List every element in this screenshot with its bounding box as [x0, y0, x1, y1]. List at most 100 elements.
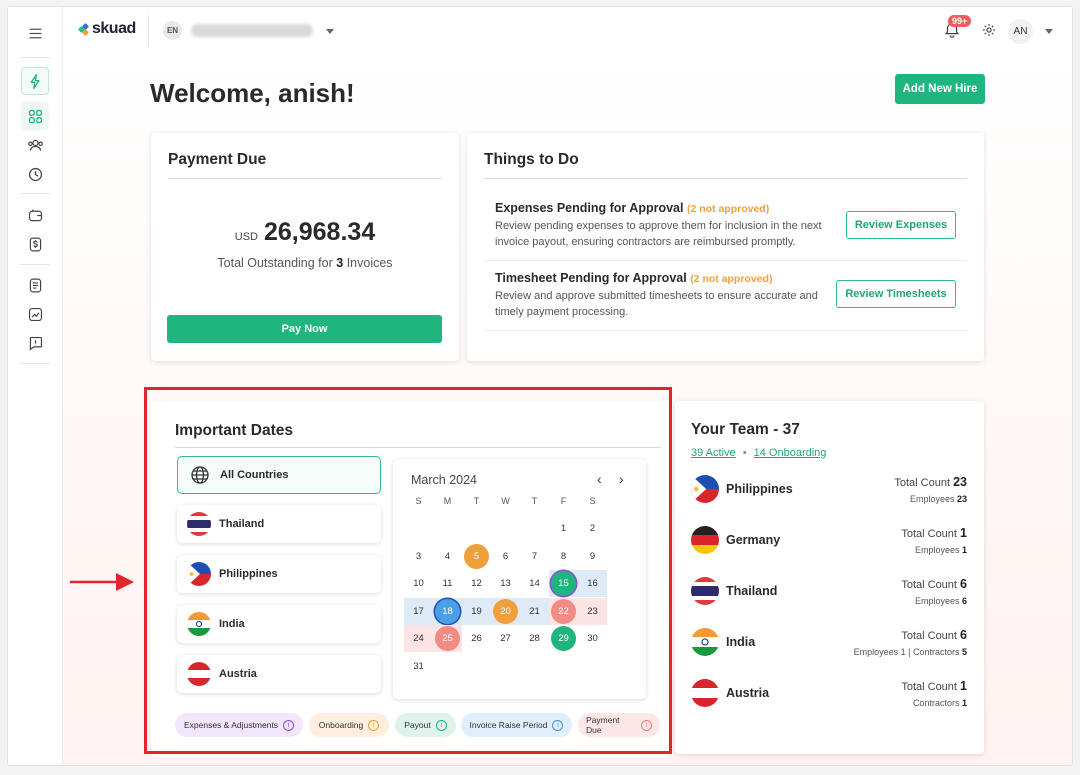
- team-row-philippines[interactable]: Philippines Total Count 23 Employees 23: [691, 473, 967, 507]
- people-icon[interactable]: [21, 131, 49, 159]
- team-total: Total Count 6: [901, 628, 967, 642]
- breakdown-label: Contractors: [912, 698, 960, 708]
- card-title: Your Team - 37: [691, 421, 800, 438]
- divider: [168, 178, 442, 179]
- team-country: Philippines: [726, 482, 793, 496]
- language-badge[interactable]: EN: [163, 21, 182, 40]
- sidebar: [8, 7, 63, 765]
- notification-badge: 99+: [948, 15, 972, 27]
- todo-title: Timesheet Pending for Approval (2 not ap…: [495, 271, 825, 285]
- sidebar-divider: [20, 363, 50, 364]
- sidebar-divider: [20, 193, 50, 194]
- arrow-right-icon: [70, 573, 134, 591]
- divider: [484, 260, 967, 261]
- outstanding-prefix: Total Outstanding for: [217, 256, 333, 270]
- sidebar-divider: [20, 57, 50, 58]
- todo-title: Expenses Pending for Approval (2 not app…: [495, 201, 825, 215]
- amount-value: 26,968.34: [264, 218, 376, 246]
- total-label: Total Count: [894, 477, 951, 489]
- divider: [484, 178, 967, 179]
- analytics-icon[interactable]: [21, 300, 49, 328]
- dollar-icon[interactable]: [21, 230, 49, 258]
- breakdown-label: Employees: [914, 596, 960, 606]
- team-breakdown: Employees 1 | Contractors 5: [854, 647, 967, 657]
- team-country: Thailand: [726, 584, 778, 598]
- total-value: 1: [960, 526, 967, 540]
- austria-flag-icon: [691, 679, 719, 707]
- team-total: Total Count 1: [901, 526, 967, 540]
- breakdown-label: Employees 1 | Contractors: [853, 647, 960, 657]
- logo-mark-icon: [77, 22, 90, 37]
- team-total: Total Count 6: [901, 577, 967, 591]
- breakdown-value: 23: [956, 494, 967, 504]
- total-label: Total Count: [901, 630, 957, 642]
- team-total: Total Count 1: [901, 679, 967, 693]
- total-label: Total Count: [901, 528, 957, 540]
- feedback-icon[interactable]: [21, 329, 49, 357]
- todo-description: Review pending expenses to approve them …: [495, 220, 822, 248]
- breakdown-label: Employees: [914, 545, 960, 555]
- review-timesheets-button[interactable]: Review Timesheets: [836, 280, 956, 308]
- topbar-divider: [148, 15, 149, 47]
- team-breakdown: Employees 1: [915, 545, 967, 555]
- breakdown-label: Employees: [909, 494, 955, 504]
- amount-due: USD 26,968.34: [151, 218, 459, 247]
- breakdown-value: 5: [961, 647, 967, 657]
- top-bar: skuad EN 99+ AN: [63, 7, 1072, 55]
- team-breakdown: Contractors 1: [913, 698, 967, 708]
- todo-item-expenses: Expenses Pending for Approval (2 not app…: [495, 201, 825, 250]
- team-country: Austria: [726, 686, 770, 700]
- card-title: Things to Do: [484, 151, 579, 168]
- wallet-icon[interactable]: [21, 201, 49, 229]
- team-row-india[interactable]: India Total Count 6 Employees 1 | Contra…: [691, 626, 967, 660]
- total-value: 6: [960, 577, 967, 591]
- total-label: Total Count: [901, 579, 957, 591]
- breakdown-value: 1: [961, 698, 967, 708]
- invoice-count: 3: [336, 256, 344, 270]
- todo-description: Review and approve submitted timesheets …: [495, 290, 818, 318]
- dashboard-icon[interactable]: [21, 102, 49, 130]
- separator-dot: •: [742, 447, 747, 459]
- team-row-austria[interactable]: Austria Total Count 1 Contractors 1: [691, 677, 967, 711]
- brand-logo[interactable]: skuad: [77, 20, 136, 38]
- total-value: 23: [953, 475, 967, 489]
- highlight-box: [144, 387, 672, 754]
- team-row-thailand[interactable]: Thailand Total Count 6 Employees 6: [691, 575, 967, 609]
- germany-flag-icon: [691, 526, 719, 554]
- company-selector[interactable]: [191, 24, 313, 37]
- outstanding-text: Total Outstanding for 3 Invoices: [151, 256, 459, 270]
- currency-label: USD: [234, 231, 258, 243]
- sidebar-divider: [20, 264, 50, 265]
- team-status-links: 39 Active • 14 Onboarding: [691, 447, 826, 459]
- add-new-hire-button[interactable]: Add New Hire: [895, 74, 985, 104]
- your-team-card: Your Team - 37 39 Active • 14 Onboarding…: [675, 401, 984, 754]
- gear-icon[interactable]: [981, 22, 997, 38]
- todo-title-text: Timesheet Pending for Approval: [495, 271, 687, 285]
- card-title: Payment Due: [168, 151, 267, 168]
- team-country: India: [726, 635, 756, 649]
- menu-icon[interactable]: [21, 19, 49, 47]
- team-country: Germany: [726, 533, 781, 547]
- team-row-germany[interactable]: Germany Total Count 1 Employees 1: [691, 524, 967, 558]
- team-total: Total Count 23: [894, 475, 967, 489]
- avatar[interactable]: AN: [1008, 19, 1033, 44]
- team-breakdown: Employees 6: [915, 596, 967, 606]
- breakdown-value: 1: [961, 545, 967, 555]
- total-value: 6: [960, 628, 967, 642]
- document-icon[interactable]: [21, 271, 49, 299]
- chevron-down-icon[interactable]: [1045, 29, 1053, 34]
- bolt-icon[interactable]: [21, 67, 49, 95]
- pay-now-button[interactable]: Pay Now: [167, 315, 442, 343]
- philippines-flag-icon: [691, 475, 719, 503]
- total-label: Total Count: [901, 681, 957, 693]
- team-breakdown: Employees 23: [910, 494, 967, 504]
- active-link[interactable]: 39 Active: [691, 447, 736, 459]
- clock-icon[interactable]: [21, 160, 49, 188]
- status-badge: (2 not approved): [686, 203, 770, 215]
- chevron-down-icon[interactable]: [326, 29, 334, 34]
- onboarding-link[interactable]: 14 Onboarding: [754, 447, 827, 459]
- things-to-do-card: Things to Do Expenses Pending for Approv…: [467, 133, 984, 361]
- status-badge: (2 not approved): [690, 273, 773, 285]
- review-expenses-button[interactable]: Review Expenses: [846, 211, 956, 239]
- page-title: Welcome, anish!: [150, 78, 355, 108]
